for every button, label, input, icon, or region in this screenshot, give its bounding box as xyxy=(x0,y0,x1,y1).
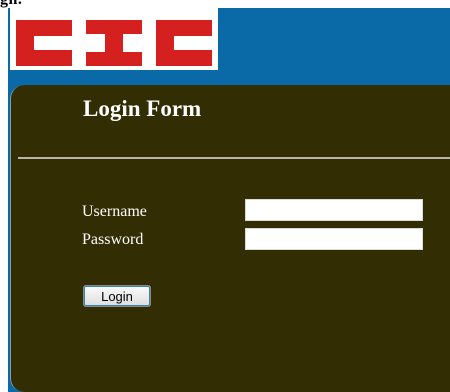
username-label: Username xyxy=(82,203,147,220)
password-input[interactable] xyxy=(245,228,423,250)
username-input[interactable] xyxy=(245,199,423,221)
title-divider xyxy=(18,157,450,159)
cic-logo-mark xyxy=(16,20,212,66)
login-button[interactable]: Login xyxy=(83,285,151,307)
login-panel: Login Form Username Password Login xyxy=(10,85,450,392)
form-title: Login Form xyxy=(83,96,202,121)
password-label: Password xyxy=(82,231,144,248)
cic-logo xyxy=(10,8,218,70)
